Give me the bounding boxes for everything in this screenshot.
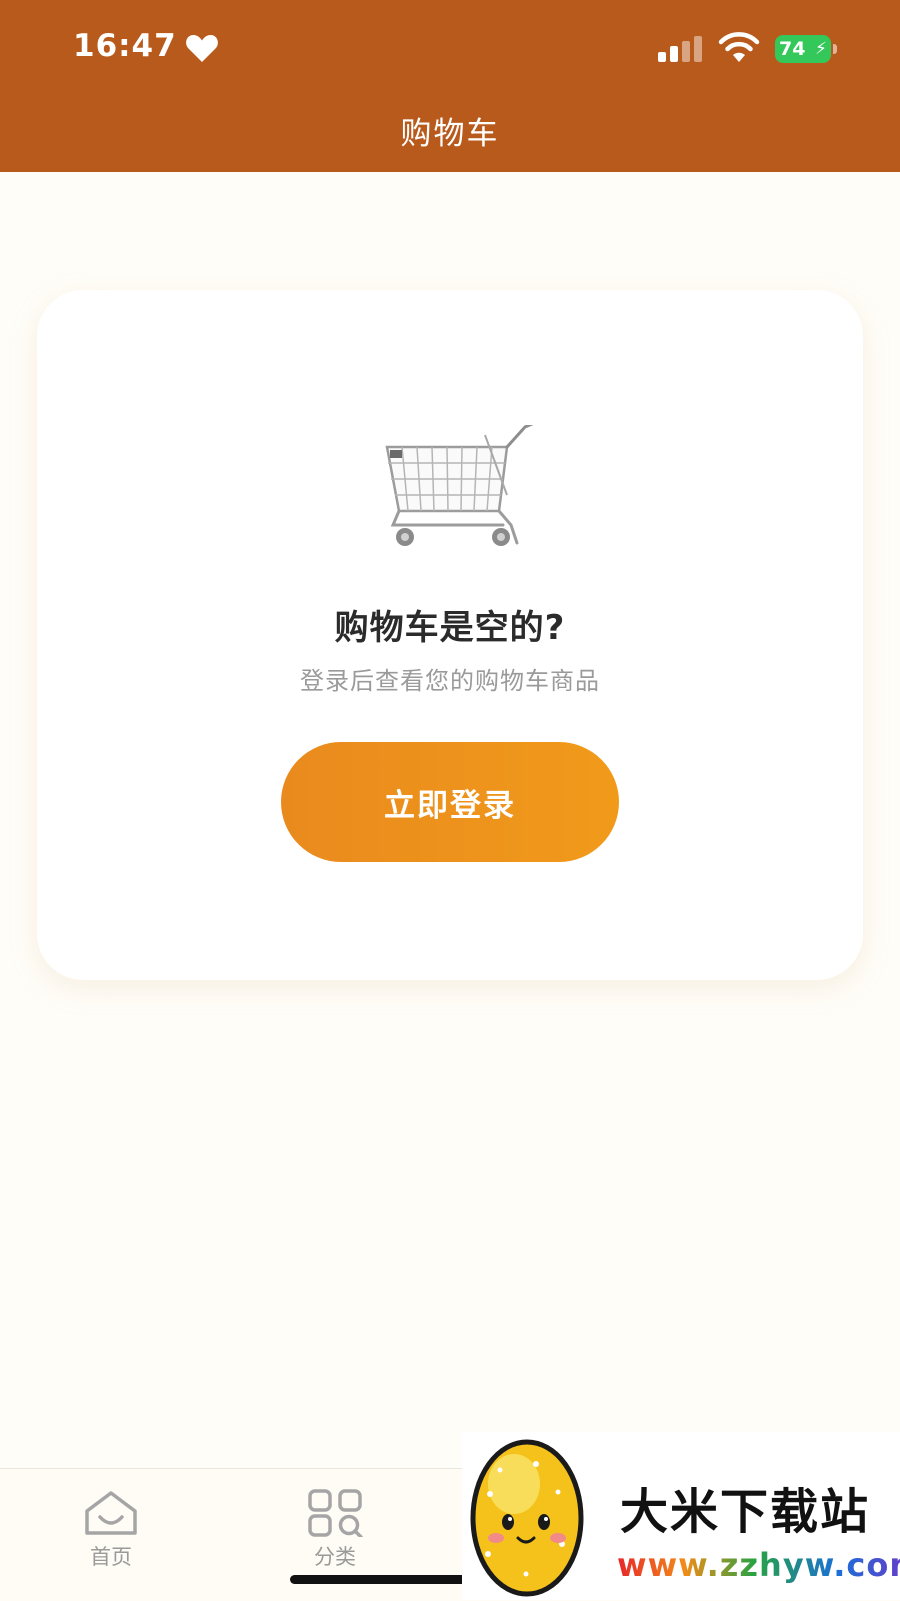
login-now-button[interactable]: 立即登录 <box>281 742 619 862</box>
empty-cart-title: 购物车是空的? <box>334 608 566 648</box>
wifi-icon <box>718 32 760 62</box>
empty-cart-subtitle: 登录后查看您的购物车商品 <box>300 667 600 695</box>
empty-cart-card: 购物车是空的? 登录后查看您的购物车商品 立即登录 <box>37 290 863 980</box>
nav-label-category: 分类 <box>314 1545 356 1569</box>
battery-cap <box>833 44 837 54</box>
home-icon <box>85 1491 137 1535</box>
category-grid-icon <box>308 1489 363 1537</box>
heart-icon <box>186 35 218 62</box>
nav-label-home: 首页 <box>90 1545 132 1569</box>
nav-item-home[interactable]: 首页 <box>56 1489 166 1579</box>
watermark-title: 大米下载站 <box>620 1484 871 1540</box>
status-time: 16:47 <box>73 28 177 64</box>
mascot-logo <box>470 1439 584 1597</box>
nav-item-category[interactable]: 分类 <box>280 1489 390 1579</box>
cellular-signal-icon <box>658 36 702 62</box>
battery-indicator: 74 ⚡ <box>775 35 837 63</box>
shopping-cart-icon <box>385 425 534 546</box>
watermark: 大米下载站 www.zzhyw.com <box>462 1432 900 1600</box>
page-title: 购物车 <box>400 116 500 152</box>
lightning-icon: ⚡ <box>815 39 827 59</box>
watermark-url: www.zzhyw.com <box>617 1546 900 1584</box>
top-bar: 16:47 74 ⚡ 购物车 <box>0 0 900 172</box>
